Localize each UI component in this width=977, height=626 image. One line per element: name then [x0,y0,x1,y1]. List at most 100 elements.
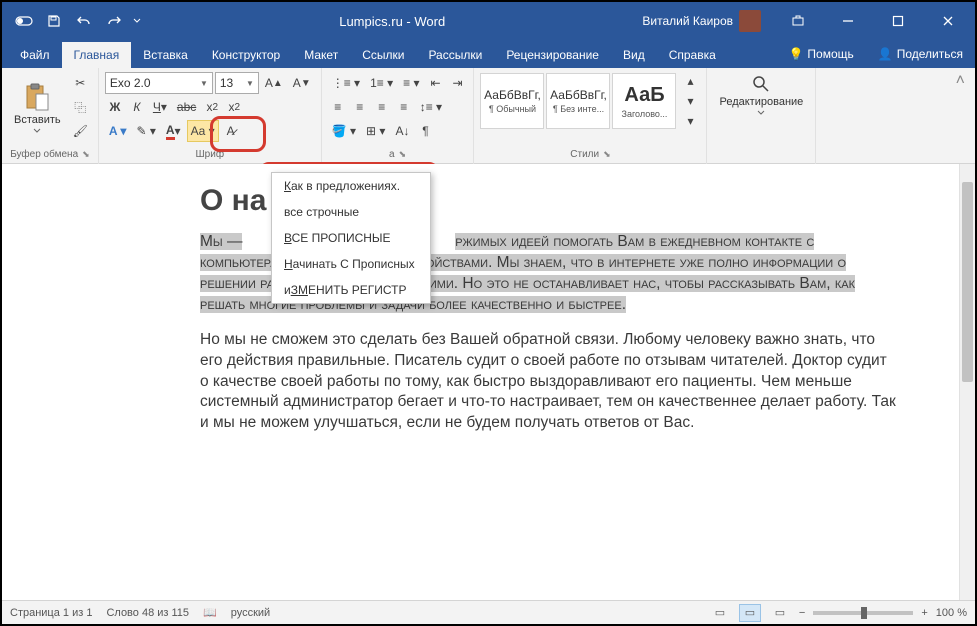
tab-mailings[interactable]: Рассылки [416,42,494,68]
zoom-thumb[interactable] [861,607,867,619]
status-words[interactable]: Слово 48 из 115 [106,607,189,619]
text-effects-icon[interactable]: A ▾ [105,120,131,142]
clear-formatting-icon[interactable]: A̷ [221,120,241,142]
style-normal[interactable]: АаБбВвГг,¶ Обычный [480,73,544,129]
font-size-combo[interactable]: 13▼ [215,72,259,94]
scrollbar-thumb[interactable] [962,182,973,382]
align-right-icon[interactable]: ≡ [372,96,392,118]
copy-icon[interactable]: ⿻ [69,96,92,118]
tab-view[interactable]: Вид [611,42,657,68]
status-bar: Страница 1 из 1 Слово 48 из 115 📖 русски… [2,600,975,624]
shading-icon[interactable]: 🪣 ▾ [328,120,360,142]
tab-review[interactable]: Рецензирование [494,42,611,68]
chevron-down-icon: ▼ [246,79,254,88]
italic-button[interactable]: К [127,96,147,118]
highlight-icon[interactable]: ✎ ▾ [132,120,159,142]
document-area[interactable]: О на Мы —xxxxxxxxxxxxxxxxxxxxxxxxxxxxxрж… [2,164,959,600]
case-sentence[interactable]: ККак в предложениях.ак в предложениях. [272,173,430,199]
font-combo[interactable]: Exo 2.0▼ [105,72,213,94]
launcher-icon[interactable]: ⬊ [399,149,407,160]
justify-icon[interactable]: ≡ [394,96,414,118]
tab-layout[interactable]: Макет [292,42,350,68]
align-left-icon[interactable]: ≡ [328,96,348,118]
redo-icon[interactable] [100,7,128,35]
sort-icon[interactable]: A↓ [391,120,413,142]
paste-button[interactable]: Вставить [8,80,67,135]
numbering-icon[interactable]: 1≡ ▾ [366,72,397,94]
line-spacing-icon[interactable]: ↕≡ ▾ [416,96,446,118]
tab-design[interactable]: Конструктор [200,42,292,68]
grow-font-icon[interactable]: A▲ [261,72,287,94]
ribbon-options-icon[interactable] [775,2,821,40]
font-color-icon[interactable]: A ▾ [162,120,185,142]
case-capitalize[interactable]: Начинать С Прописных [272,251,430,277]
minimize-icon[interactable] [825,2,871,40]
styles-down-icon[interactable]: ▾ [680,92,700,110]
status-proof-icon[interactable]: 📖 [203,606,217,619]
shrink-font-icon[interactable]: A▼ [289,72,315,94]
subscript-button[interactable]: x2 [202,96,222,118]
strikethrough-button[interactable]: abc [173,96,200,118]
tab-tell-me[interactable]: 💡Помощь [776,41,865,67]
group-font: Exo 2.0▼ 13▼ A▲ A▼ Ж К Ч ▾ abc x2 x2 A ▾… [99,68,322,164]
collapse-ribbon-icon[interactable]: ˄ [946,68,975,163]
zoom-in-icon[interactable]: + [921,607,927,619]
save-icon[interactable] [40,7,68,35]
tab-home[interactable]: Главная [62,42,132,68]
vertical-scrollbar[interactable] [959,164,975,600]
case-toggle[interactable]: иЗМЕНИТЬ РЕГИСТР [272,277,430,303]
align-center-icon[interactable]: ≡ [350,96,370,118]
styles-more-icon[interactable]: ▾ [680,112,700,130]
editing-button[interactable]: Редактирование [713,72,809,117]
group-editing: Редактирование [707,68,816,164]
bold-button[interactable]: Ж [105,96,125,118]
tab-file[interactable]: Файл [8,42,62,68]
styles-up-icon[interactable]: ▴ [680,72,700,90]
cut-icon[interactable]: ✂ [69,72,92,94]
zoom-slider[interactable] [813,611,913,615]
status-page[interactable]: Страница 1 из 1 [10,607,92,619]
decrease-indent-icon[interactable]: ⇤ [425,72,445,94]
close-icon[interactable] [925,2,971,40]
chevron-down-icon [757,110,765,115]
user-account[interactable]: Виталий Каиров [632,10,771,32]
autosave-toggle[interactable] [10,7,38,35]
status-language[interactable]: русский [231,607,270,619]
change-case-button[interactable]: Aa ▾ [187,120,219,142]
group-clipboard: Вставить ✂ ⿻ 🖌 Буфер обмена⬊ [2,68,99,164]
case-lowercase[interactable]: все строчные [272,199,430,225]
style-nospacing[interactable]: АаБбВвГг,¶ Без инте... [546,73,610,129]
increase-indent-icon[interactable]: ⇥ [447,72,467,94]
superscript-button[interactable]: x2 [224,96,244,118]
format-painter-icon[interactable]: 🖌 [69,120,92,142]
view-web-icon[interactable]: ▭ [769,604,791,622]
chevron-down-icon [33,128,41,133]
launcher-icon[interactable]: ⬊ [82,149,90,160]
bullets-icon[interactable]: ⋮≡ ▾ [328,72,364,94]
paragraph-2: Но мы не сможем это сделать без Вашей об… [200,330,899,435]
underline-button[interactable]: Ч ▾ [149,96,171,118]
zoom-out-icon[interactable]: − [799,607,805,619]
qat-dropdown-icon[interactable] [130,7,144,35]
view-print-icon[interactable]: ▭ [739,604,761,622]
borders-icon[interactable]: ⊞ ▾ [362,120,389,142]
tab-references[interactable]: Ссылки [350,42,416,68]
share-icon: 👤 [878,47,893,61]
tab-insert[interactable]: Вставка [131,42,200,68]
change-case-dropdown: ККак в предложениях.ак в предложениях. в… [271,172,431,304]
maximize-icon[interactable] [875,2,921,40]
show-marks-icon[interactable]: ¶ [415,120,435,142]
group-paragraph: ⋮≡ ▾ 1≡ ▾ ≡ ▾ ⇤ ⇥ ≡ ≡ ≡ ≡ ↕≡ ▾ 🪣 ▾ ⊞ ▾ A… [322,68,475,164]
style-heading1[interactable]: АаБЗаголово... [612,73,676,129]
clipboard-icon [24,82,50,112]
undo-icon[interactable] [70,7,98,35]
tab-share[interactable]: 👤Поделиться [866,41,975,67]
user-name: Виталий Каиров [642,14,733,28]
zoom-level[interactable]: 100 % [936,607,967,619]
launcher-icon[interactable]: ⬊ [603,149,611,160]
view-read-icon[interactable]: ▭ [709,604,731,622]
tab-help[interactable]: Справка [657,42,728,68]
multilevel-icon[interactable]: ≡ ▾ [399,72,423,94]
lightbulb-icon: 💡 [788,47,803,61]
case-uppercase[interactable]: ВСЕ ПРОПИСНЫЕ [272,225,430,251]
